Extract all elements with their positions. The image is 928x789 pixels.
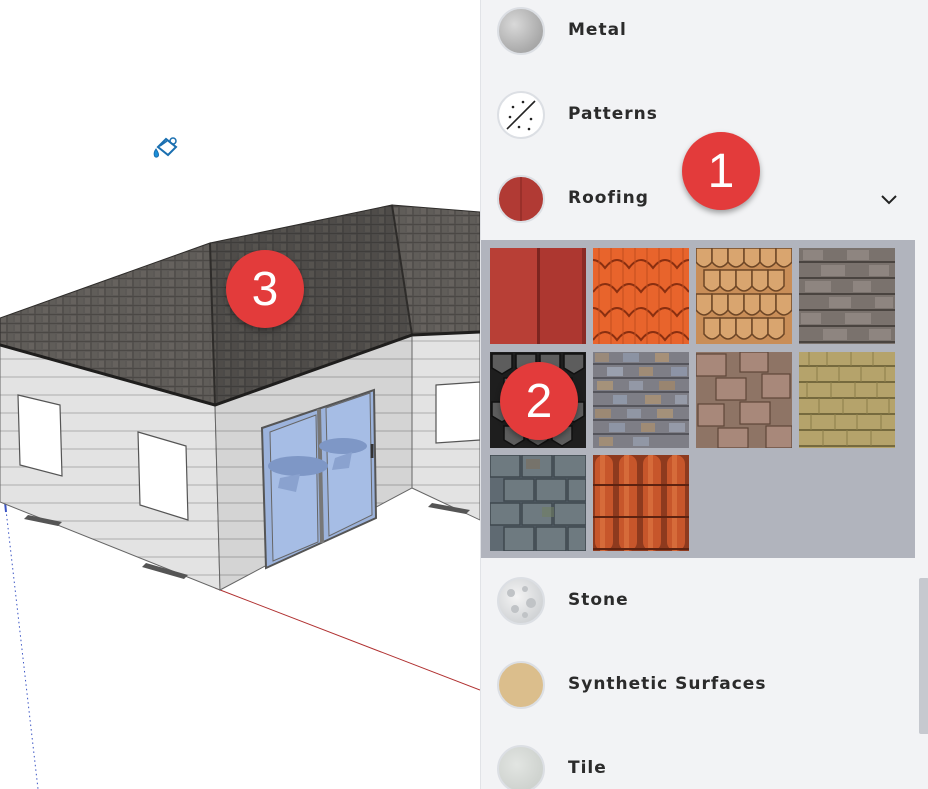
swatch-roofing-shingles-gray[interactable] [799,248,895,344]
category-tile[interactable]: Tile [481,727,917,789]
swatch-roofing-scalloped-orange[interactable] [593,248,689,344]
patterns-swatch-icon [497,91,545,139]
category-label: Metal [568,20,627,40]
swatch-roofing-shingles-multi[interactable] [593,352,689,448]
category-metal[interactable]: Metal [481,0,917,73]
callout-badge: 2 [500,362,578,440]
category-synthetic-surfaces[interactable]: Synthetic Surfaces [481,643,917,727]
swatch-roofing-metal-red[interactable] [490,248,586,344]
house-model[interactable] [0,0,480,789]
swatch-roofing-shakes-tan[interactable] [799,352,895,448]
stone-swatch-icon [497,577,545,625]
tile-swatch-icon [497,745,545,789]
swatch-roofing-spanish-tile[interactable] [593,455,689,551]
category-label: Stone [568,590,629,610]
category-label: Tile [568,758,607,778]
category-label: Patterns [568,104,658,124]
chevron-down-icon[interactable] [879,189,899,209]
swatch-roofing-slate-blue-gray[interactable] [490,455,586,551]
scrollbar-thumb[interactable] [919,578,928,734]
app-window: Metal Patterns Roofing Stone Synthetic S… [0,0,928,789]
callout-badge: 3 [226,250,304,328]
synthetic-swatch-icon [497,661,545,709]
roofing-swatch-icon [497,175,545,223]
swatch-roofing-scalloped-tan[interactable] [696,248,792,344]
paint-bucket-icon [153,137,178,158]
category-stone[interactable]: Stone [481,559,917,643]
metal-swatch-icon [497,7,545,55]
category-label: Roofing [568,188,649,208]
swatch-roofing-shingles-brown[interactable] [696,352,792,448]
model-viewport[interactable] [0,0,480,789]
category-label: Synthetic Surfaces [568,674,767,694]
callout-badge: 1 [682,132,760,210]
